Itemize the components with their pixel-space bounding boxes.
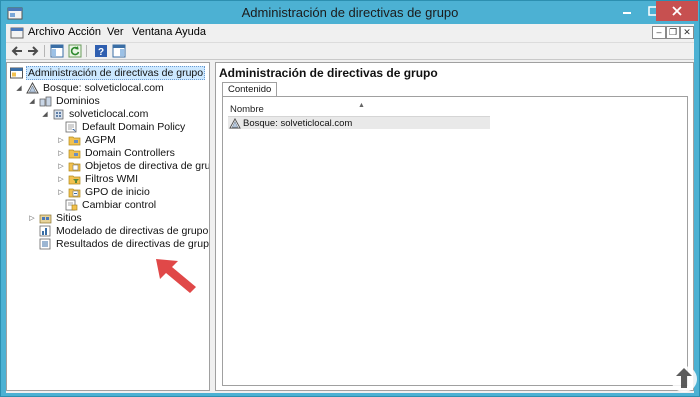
tree-item-label: Modelado de directivas de grupo [56,224,209,237]
expand-arrow-icon[interactable]: ▷ [57,149,65,157]
forest-icon [229,117,241,129]
toolbar-separator [44,45,45,57]
list-header: Nombre ▲ [228,102,490,117]
refresh-icon[interactable] [68,44,82,58]
console-tree[interactable]: Administración de directivas de grupo ◢ … [6,62,210,391]
expand-arrow-icon[interactable]: ▷ [57,162,65,170]
domains-icon [39,96,52,106]
menu-ver[interactable]: Ver [107,26,124,38]
tree-item-domain-controllers[interactable]: ▷ Domain Controllers [57,146,176,159]
toolbar: ? [6,43,694,60]
menu-ayuda[interactable]: Ayuda [175,26,206,38]
tree-item-gpo-objects[interactable]: ▷ Objetos de directiva de grupo [57,159,210,172]
mdi-restore-button[interactable]: ❐ [666,26,680,39]
menu-archivo[interactable]: Archivo [28,26,65,38]
tree-item-label: Administración de directivas de grupo [26,65,206,80]
details-pane: Administración de directivas de grupo Co… [215,62,694,391]
client-area: Administración de directivas de grupo ◢ … [6,60,694,393]
change-control-icon [65,199,78,210]
system-menu-icon[interactable] [10,26,24,40]
collapse-arrow-icon[interactable]: ◢ [41,110,49,118]
close-button[interactable] [656,1,698,21]
show-hide-tree-icon[interactable] [50,44,64,58]
tree-item-wmi-filters[interactable]: ▷ Filtros WMI [57,172,139,185]
help-icon[interactable]: ? [94,44,108,58]
annotation-arrow-icon [156,259,196,293]
pane-splitter[interactable] [210,62,214,391]
list-item[interactable]: Bosque: solveticlocal.com [228,117,490,129]
toolbar-separator [86,45,87,57]
tree-item-label: solveticlocal.com [69,107,149,120]
tree-item-label: AGPM [85,133,116,146]
tree-item-label: Cambiar control [82,198,157,211]
gpo-link-icon [65,121,77,132]
tree-item-label: Domain Controllers [85,146,175,159]
tree-item-gpmc-root[interactable]: Administración de directivas de grupo [10,65,206,80]
forward-arrow-icon[interactable] [26,44,40,58]
app-window: Administración de directivas de grupo Ar… [0,0,700,397]
column-header-nombre[interactable]: Nombre [230,104,264,115]
sites-icon [39,214,52,223]
minimize-button[interactable] [614,1,640,21]
expand-arrow-icon[interactable]: ▷ [57,188,65,196]
tree-item-label: Bosque: solveticlocal.com [43,81,164,94]
starter-gpo-folder-icon [68,188,81,197]
mdi-restore-icon: ❐ [668,27,678,37]
collapse-arrow-icon[interactable]: ◢ [15,84,23,92]
gpmc-icon [10,67,23,78]
tree-item-gp-results[interactable]: Resultados de directivas de grupo [39,237,210,250]
sort-ascending-icon: ▲ [358,102,365,109]
mdi-minimize-button[interactable]: – [652,26,666,39]
tree-item-sitios[interactable]: ▷ Sitios [28,211,83,224]
forest-icon [26,81,39,93]
window-title: Administración de directivas de grupo [241,5,459,20]
tree-item-label: Sitios [56,211,82,224]
wmi-folder-icon [68,175,81,184]
tree-item-label: Dominios [56,94,100,107]
mdi-close-button[interactable]: ✕ [680,26,694,39]
list-item-label: Bosque: solveticlocal.com [243,117,353,129]
mdi-minimize-icon: – [656,27,662,37]
tree-item-gp-modeling[interactable]: Modelado de directivas de grupo [39,224,209,237]
expand-arrow-icon[interactable]: ▷ [57,136,65,144]
tree-item-forest[interactable]: ◢ Bosque: solveticlocal.com [15,81,165,94]
details-pane-title: Administración de directivas de grupo [219,66,438,80]
svg-text:?: ? [98,47,104,58]
gpo-folder-icon [68,162,81,171]
tree-item-domain[interactable]: ◢ solveticlocal.com [41,107,149,120]
tree-item-agpm[interactable]: ▷ AGPM [57,133,117,146]
menu-bar: Archivo Acción Ver Ventana Ayuda – ❐ ✕ [6,24,694,43]
collapse-arrow-icon[interactable]: ◢ [28,97,36,105]
domain-icon [53,109,64,119]
show-hide-action-pane-icon[interactable] [112,44,126,58]
tree-item-label: Filtros WMI [85,172,139,185]
close-icon [672,6,682,16]
tree-item-label: Objetos de directiva de grupo [85,159,210,172]
minimize-icon [623,12,631,14]
expand-arrow-icon[interactable]: ▷ [57,175,65,183]
menu-ventana[interactable]: Ventana [132,26,172,38]
tree-item-label: Resultados de directivas de grupo [56,237,210,250]
title-bar[interactable]: Administración de directivas de grupo [1,1,699,25]
tab-contenido[interactable]: Contenido [222,82,278,97]
ou-folder-icon [68,149,81,158]
watermark-logo-icon [671,366,697,392]
tree-item-starter-gpo[interactable]: ▷ GPO de inicio [57,185,151,198]
tree-item-dominios[interactable]: ◢ Dominios [28,94,101,107]
ou-folder-icon [68,136,81,145]
modeling-icon [39,225,51,236]
menu-accion[interactable]: Acción [68,26,101,38]
tree-item-change-control[interactable]: Cambiar control [65,198,157,211]
tree-item-default-domain-policy[interactable]: Default Domain Policy [65,120,186,133]
tree-item-label: GPO de inicio [85,185,150,198]
expand-arrow-icon[interactable]: ▷ [28,214,36,222]
tab-content-panel: Nombre ▲ Bosque: solveticlocal.com [222,96,688,386]
mdi-close-icon: ✕ [683,27,691,37]
back-arrow-icon[interactable] [10,44,24,58]
tree-item-label: Default Domain Policy [82,120,186,133]
results-icon [39,238,51,249]
